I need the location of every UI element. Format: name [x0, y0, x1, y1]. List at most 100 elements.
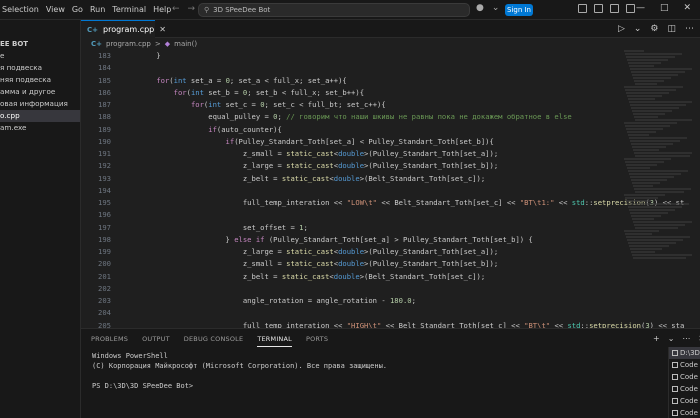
- code-line[interactable]: 187 for(int set_c = 0; set_c < full_bt; …: [81, 99, 700, 111]
- code-line[interactable]: 196: [81, 209, 700, 221]
- tab-debug-console[interactable]: DEBUG CONSOLE: [184, 335, 244, 343]
- title-bar-tools: ● ⌄: [476, 3, 499, 13]
- tab-terminal[interactable]: TERMINAL: [257, 335, 292, 347]
- explorer-item[interactable]: am.exe: [0, 122, 80, 134]
- explorer-item[interactable]: няя подвеска: [0, 74, 80, 86]
- explorer-item-active[interactable]: o.cpp: [0, 110, 80, 122]
- code-line[interactable]: 197 set_offset = 1;: [81, 222, 700, 234]
- menu-terminal[interactable]: Terminal: [112, 5, 153, 14]
- new-terminal-icon[interactable]: +: [653, 334, 660, 343]
- menu-go[interactable]: Go: [72, 5, 90, 14]
- breadcrumb-symbol[interactable]: main(): [174, 40, 197, 48]
- tab-problems[interactable]: PROBLEMS: [91, 335, 128, 343]
- terminal-list: D:\3D Code Code Code Code Code: [668, 347, 700, 418]
- minimap-line: [624, 86, 683, 88]
- menu-selection[interactable]: Selection: [0, 5, 46, 14]
- minimap-line: [624, 158, 671, 160]
- terminal-prompt: PS D:\3D\3D SPeeDee Bot>: [92, 382, 194, 390]
- customize-layout-icon[interactable]: [626, 4, 635, 13]
- code-line[interactable]: 203 angle_rotation = angle_rotation - 18…: [81, 295, 700, 307]
- explorer-item[interactable]: амма и другое: [0, 86, 80, 98]
- menu-view[interactable]: View: [46, 5, 72, 14]
- code-text: } else if (Pulley_Standart_Toth[set_a] >…: [139, 234, 533, 244]
- explorer-item[interactable]: я подвеска: [0, 62, 80, 74]
- minimap[interactable]: [624, 50, 697, 328]
- terminal-list-item[interactable]: Code: [669, 383, 700, 395]
- more-actions-icon[interactable]: ⋯: [685, 24, 694, 34]
- minimap-line: [630, 248, 662, 250]
- back-arrow-icon[interactable]: ←: [172, 4, 180, 14]
- code-line[interactable]: 195 full_temp_interation << "LOW\t" << B…: [81, 197, 700, 209]
- tab-program-cpp[interactable]: C+ program.cpp ✕: [81, 20, 166, 38]
- terminal-list-item[interactable]: Code: [669, 359, 700, 371]
- terminal-output[interactable]: Windows PowerShell (C) Корпорация Майкро…: [81, 349, 700, 391]
- code-line[interactable]: 193 z_belt = static_cast<double>(Belt_St…: [81, 173, 700, 185]
- more-actions-icon[interactable]: ⋯: [682, 334, 690, 343]
- code-text: if(Pulley_Standart_Toth[set_a] < Pulley_…: [225, 136, 494, 146]
- code-line[interactable]: 202: [81, 283, 700, 295]
- explorer-item[interactable]: e: [0, 50, 80, 62]
- code-line[interactable]: 183 }: [81, 50, 700, 62]
- code-line[interactable]: 185 for(int set_a = 0; set_a < full_x; s…: [81, 75, 700, 87]
- code-line[interactable]: 186 for(int set_b = 0; set_b < full_x; s…: [81, 87, 700, 99]
- toggle-sidebar-icon[interactable]: [578, 4, 587, 13]
- toggle-panel-icon[interactable]: [594, 4, 603, 13]
- code-line[interactable]: 189 if(auto_counter){: [81, 124, 700, 136]
- minimap-line: [633, 185, 653, 187]
- sign-in-button[interactable]: Sign In: [505, 4, 533, 16]
- minimap-line: [627, 167, 650, 169]
- search-icon: ⚲: [204, 6, 210, 14]
- maximize-icon[interactable]: □: [660, 3, 669, 13]
- terminal-list-item[interactable]: Code: [669, 371, 700, 383]
- terminal-list-item[interactable]: Code: [669, 395, 700, 407]
- terminal-list-item[interactable]: D:\3D: [669, 347, 700, 359]
- minimap-line: [630, 212, 668, 214]
- minimap-line: [631, 107, 679, 109]
- forward-arrow-icon[interactable]: →: [188, 4, 196, 14]
- code-line[interactable]: 184: [81, 62, 700, 74]
- line-number: 198: [98, 234, 111, 244]
- code-editor[interactable]: 183 } 184 185 for(int set_a = 0; set_a < f…: [81, 50, 700, 328]
- editor-tabs: C+ program.cpp ✕ ▷ ⌄ ⚙ ◫ ⋯: [81, 20, 700, 38]
- close-icon[interactable]: ✕: [684, 3, 692, 13]
- tab-ports[interactable]: PORTS: [306, 335, 328, 343]
- line-number: 184: [98, 63, 111, 73]
- menu-run[interactable]: Run: [90, 5, 112, 14]
- minimap-line: [624, 194, 665, 196]
- chevron-down-icon[interactable]: ⌄: [634, 24, 642, 34]
- code-line[interactable]: 190 if(Pulley_Standart_Toth[set_a] < Pul…: [81, 136, 700, 148]
- toggle-secondary-sidebar-icon[interactable]: [610, 4, 619, 13]
- explorer-item[interactable]: овая информация: [0, 98, 80, 110]
- code-line[interactable]: 205 full_temp_interation << "HIGH\t" << …: [81, 320, 700, 329]
- copilot-icon[interactable]: ●: [476, 3, 484, 13]
- command-center-search[interactable]: ⚲ 3D SPeeDee Bot: [198, 3, 470, 17]
- code-text: full_temp_interation << "LOW\t" << Belt_…: [139, 198, 684, 207]
- code-line[interactable]: 198 } else if (Pulley_Standart_Toth[set_…: [81, 234, 700, 246]
- minimap-line: [632, 110, 672, 112]
- run-icon[interactable]: ▷: [618, 24, 625, 34]
- breadcrumb-file[interactable]: program.cpp: [106, 40, 151, 48]
- code-line[interactable]: 201 z_belt = static_cast<double>(Belt_St…: [81, 271, 700, 283]
- chevron-down-icon[interactable]: ⌄: [668, 334, 675, 343]
- tab-output[interactable]: OUTPUT: [142, 335, 170, 343]
- minimap-line: [626, 236, 690, 238]
- code-line[interactable]: 199 z_large = static_cast<double>(Pulley…: [81, 246, 700, 258]
- code-line[interactable]: 200 z_small = static_cast<double>(Pulley…: [81, 258, 700, 270]
- terminal-list-item[interactable]: Code: [669, 407, 700, 418]
- line-number: 196: [98, 210, 111, 220]
- settings-gear-icon[interactable]: ⚙: [650, 24, 658, 34]
- code-line[interactable]: 194: [81, 185, 700, 197]
- editor-group: C+ program.cpp ✕ ▷ ⌄ ⚙ ◫ ⋯ C+ program.cp…: [81, 20, 700, 328]
- code-text: z_belt = static_cast<double>(Belt_Standa…: [139, 271, 486, 281]
- code-line[interactable]: 188 equal_pulley = 0; // говорим что наш…: [81, 111, 700, 123]
- split-editor-icon[interactable]: ◫: [667, 24, 676, 34]
- explorer-root-folder[interactable]: EE BOT: [0, 38, 80, 50]
- chevron-down-icon[interactable]: ⌄: [492, 3, 500, 13]
- minimize-icon[interactable]: —: [636, 3, 645, 13]
- code-line[interactable]: 204: [81, 307, 700, 319]
- code-line[interactable]: 191 z_small = static_cast<double>(Pulley…: [81, 148, 700, 160]
- minimap-line: [634, 116, 658, 118]
- close-tab-icon[interactable]: ✕: [159, 25, 166, 34]
- vertical-scrollbar[interactable]: [692, 50, 700, 328]
- code-line[interactable]: 192 z_large = static_cast<double>(Pulley…: [81, 160, 700, 172]
